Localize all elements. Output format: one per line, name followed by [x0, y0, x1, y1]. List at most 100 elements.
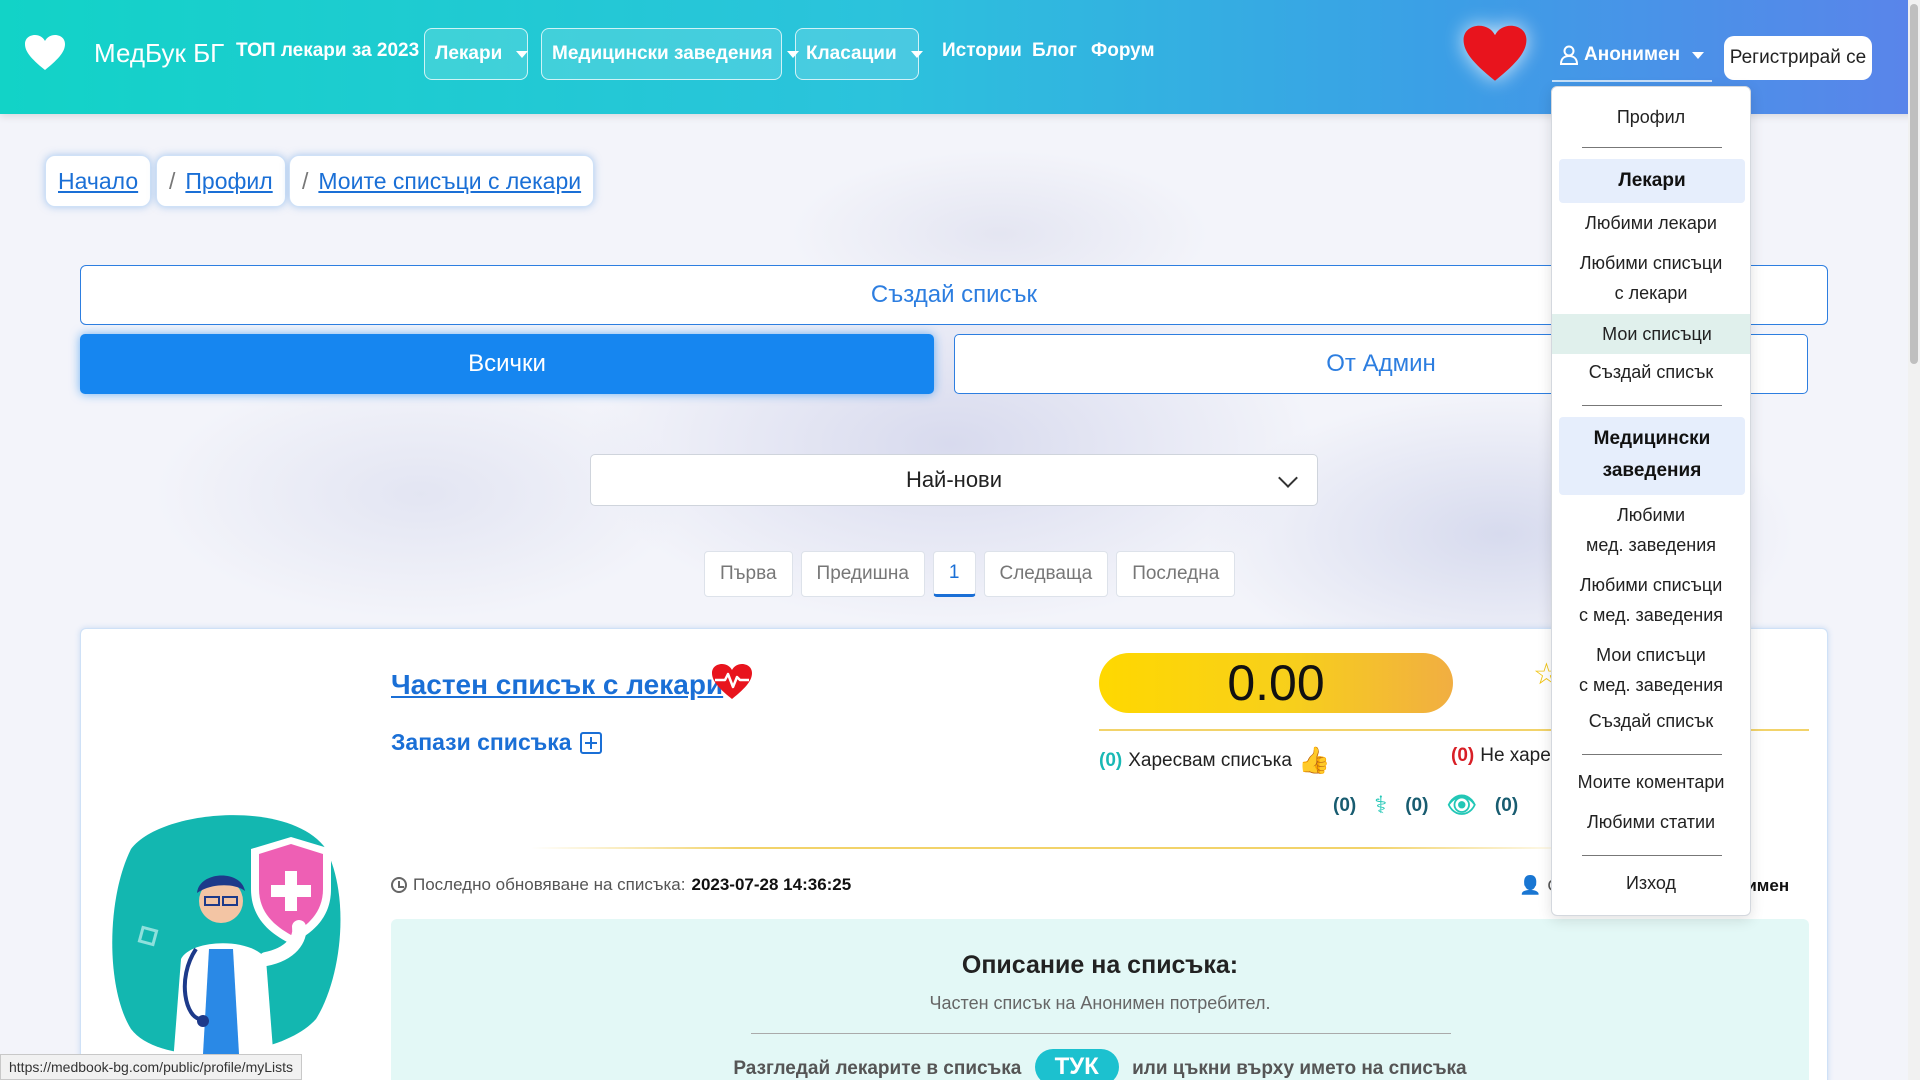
list-title-link[interactable]: Частен списък с лекари	[391, 669, 723, 701]
user-dropdown[interactable]: Анонимен	[1552, 30, 1713, 82]
facilities-dropdown[interactable]: Медицински заведения	[541, 28, 799, 80]
menu-item-my-lists[interactable]: Мои списъци	[1552, 314, 1750, 354]
breadcrumb-profile[interactable]: / Профил	[156, 155, 286, 207]
breadcrumb-profile-link[interactable]: Профил	[185, 168, 272, 195]
description-cta: Разгледай лекарите в списъка ТУК или цък…	[391, 1049, 1809, 1080]
breadcrumb-current-link[interactable]: Моите списъци с лекари	[318, 168, 581, 195]
menu-item-favorite-doctor-lists[interactable]: Любими списъци с лекари	[1552, 248, 1750, 308]
dislike-label: Не харес	[1480, 745, 1561, 766]
menu-item-label: с лекари	[1614, 283, 1688, 303]
menu-header-facilities: Медицински заведения	[1559, 417, 1745, 495]
page-last[interactable]: Последна	[1116, 551, 1236, 597]
scrollbar-thumb[interactable]	[1910, 4, 1918, 364]
clock-icon	[391, 877, 407, 893]
cta-before: Разгледай лекарите в списъка	[733, 1058, 1022, 1079]
view-doctors-button[interactable]: ТУК	[1034, 1049, 1119, 1080]
page-current[interactable]: 1	[932, 551, 976, 597]
last-updated: Последно обновяване на списъка: 2023-07-…	[391, 875, 851, 895]
status-bar-url: https://medbook-bg.com/public/profile/my…	[0, 1054, 303, 1080]
menu-header-label: Медицински	[1593, 428, 1711, 449]
menu-item-label: Мои списъци	[1596, 645, 1706, 665]
tab-all[interactable]: Всички	[80, 334, 934, 394]
menu-item-label: Любими списъци	[1579, 253, 1723, 273]
menu-header-label: заведения	[1602, 460, 1702, 481]
last-updated-value: 2023-07-28 14:36:25	[691, 875, 852, 894]
saves-count: (0)	[1494, 794, 1519, 816]
sort-selected-value: Най-нови	[905, 467, 1003, 492]
menu-item-label: Любими списъци	[1579, 575, 1723, 595]
dislike-count: (0)	[1451, 745, 1475, 766]
chevron-down-icon	[1278, 468, 1298, 488]
rating-score: 0.00	[1099, 653, 1453, 713]
doctors-dropdown[interactable]: Лекари	[424, 28, 529, 80]
caret-down-icon	[516, 50, 529, 58]
divider	[751, 1033, 1451, 1034]
views-count: (0)	[1405, 794, 1429, 816]
menu-item-favorite-facilities[interactable]: Любими мед. заведения	[1552, 500, 1750, 560]
caret-down-icon	[1692, 51, 1705, 59]
cta-after: или цъкни върху името на списъка	[1132, 1058, 1467, 1079]
description-title: Описание на списъка:	[961, 951, 1239, 979]
like-list-button[interactable]: (0) Харесвам списъка 👍	[1099, 745, 1330, 776]
plus-square-icon	[579, 731, 602, 754]
doctor-icon: ⚕	[1374, 792, 1388, 819]
menu-item-favorite-doctors[interactable]: Любими лекари	[1552, 208, 1750, 238]
description-text: Частен списък на Анонимен потребител.	[929, 993, 1271, 1013]
doctors-dropdown-label: Лекари	[435, 43, 503, 64]
description-box: Описание на списъка: Частен списък на Ан…	[391, 919, 1809, 1080]
menu-item-label: с мед. заведения	[1579, 605, 1723, 625]
heart-logo-icon[interactable]	[24, 34, 66, 72]
rankings-dropdown-label: Класации	[806, 43, 897, 64]
last-updated-label: Последно обновяване на списъка:	[413, 875, 686, 894]
menu-item-label: мед. заведения	[1586, 535, 1716, 555]
menu-divider	[1582, 147, 1722, 148]
favorites-heart-icon[interactable]	[1462, 24, 1528, 84]
heart-pulse-icon	[712, 664, 752, 699]
page-scrollbar[interactable]	[1908, 0, 1920, 1080]
save-list-button[interactable]: Запази списъка	[391, 729, 602, 756]
brand-name[interactable]: МедБук БГ	[94, 38, 224, 69]
pagination: Първа Предишна 1 Следваща Последна	[704, 551, 1236, 597]
breadcrumb-home-link[interactable]: Начало	[58, 168, 138, 195]
menu-header-doctors: Лекари	[1559, 159, 1745, 203]
breadcrumb-current[interactable]: / Моите списъци с лекари	[289, 155, 595, 207]
menu-divider	[1582, 405, 1722, 406]
doctor-illustration	[112, 815, 341, 1080]
doctors-count: (0)	[1333, 794, 1357, 816]
menu-item-logout[interactable]: Изход	[1552, 868, 1750, 898]
page-prev[interactable]: Предишна	[800, 551, 925, 597]
sort-select[interactable]: Най-нови	[590, 454, 1318, 506]
menu-divider	[1582, 855, 1722, 856]
menu-item-label: Любими	[1616, 505, 1686, 525]
register-button[interactable]: Регистрирай се	[1724, 36, 1872, 80]
menu-item-my-comments[interactable]: Моите коментари	[1552, 767, 1750, 797]
divider	[531, 847, 1581, 849]
menu-item-create-list[interactable]: Създай списък	[1552, 357, 1750, 387]
caret-down-icon	[910, 50, 923, 58]
menu-item-favorite-articles[interactable]: Любими статии	[1552, 807, 1750, 837]
list-stats: (0) ⚕ (0) 👁 (0)	[1333, 791, 1518, 820]
like-count: (0)	[1099, 749, 1123, 771]
stories-link[interactable]: Истории	[942, 40, 1022, 62]
facilities-dropdown-label: Медицински заведения	[552, 43, 773, 64]
menu-item-label: с мед. заведения	[1579, 675, 1723, 695]
breadcrumb-separator: /	[169, 167, 176, 194]
rankings-dropdown[interactable]: Класации	[795, 28, 923, 80]
user-edit-icon: 👤	[1519, 875, 1542, 895]
breadcrumb-home[interactable]: Начало	[45, 155, 152, 207]
eye-icon: 👁	[1446, 792, 1477, 819]
menu-item-create-facility-list[interactable]: Създай списък	[1552, 706, 1750, 736]
dislike-list-button[interactable]: (0) Не харес	[1451, 745, 1560, 767]
forum-link[interactable]: Форум	[1091, 40, 1155, 62]
menu-item-my-facility-lists[interactable]: Мои списъци с мед. заведения	[1552, 640, 1750, 700]
page-first[interactable]: Първа	[704, 551, 793, 597]
user-icon	[1560, 45, 1578, 65]
page-next[interactable]: Следваща	[983, 551, 1109, 597]
top-doctors-link[interactable]: ТОП лекари за 2023	[236, 40, 419, 62]
user-dropdown-menu: Профил Лекари Любими лекари Любими списъ…	[1551, 86, 1751, 916]
thumbs-up-icon: 👍	[1297, 745, 1331, 775]
breadcrumb-separator: /	[302, 167, 309, 194]
menu-item-favorite-facility-lists[interactable]: Любими списъци с мед. заведения	[1552, 570, 1750, 630]
menu-item-profile[interactable]: Профил	[1552, 102, 1750, 132]
blog-link[interactable]: Блог	[1032, 40, 1077, 62]
